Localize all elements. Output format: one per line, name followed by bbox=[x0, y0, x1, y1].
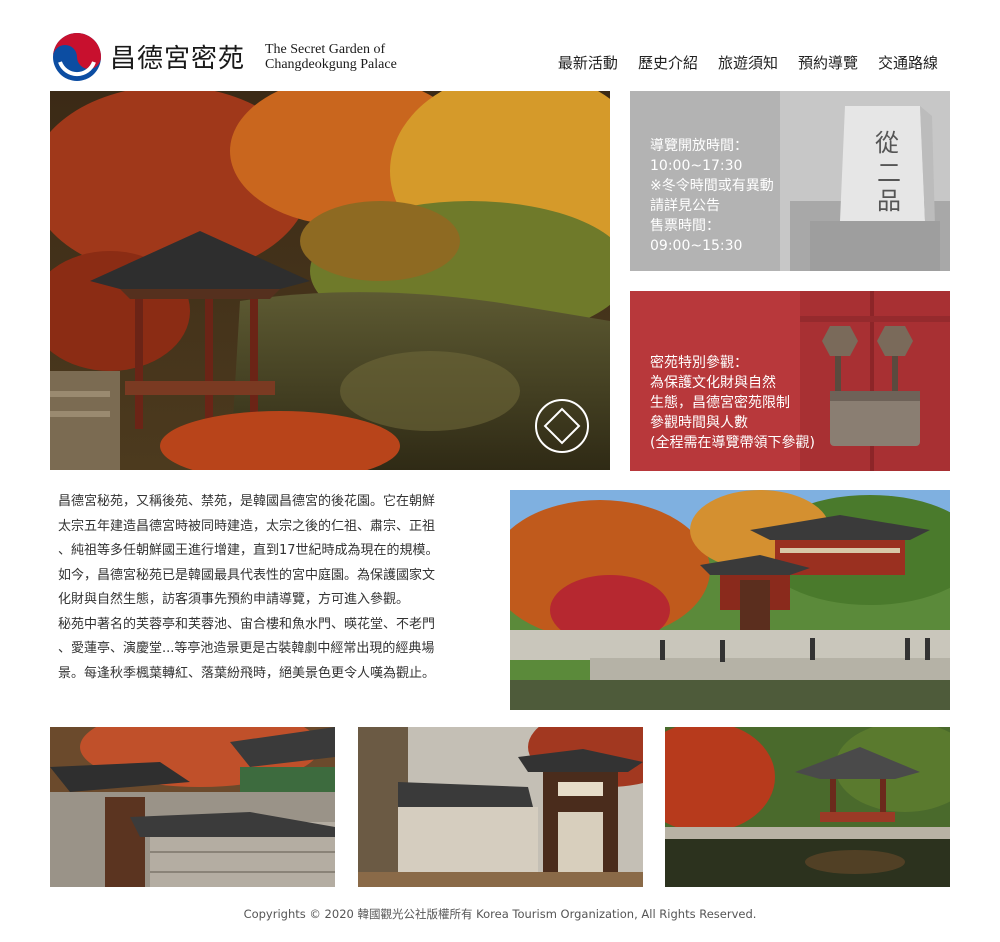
main-nav: 最新活動 歷史介紹 旅遊須知 預約導覽 交通路線 bbox=[558, 52, 938, 73]
svg-text:從: 從 bbox=[875, 129, 899, 157]
intro-line: 太宗五年建造昌德宮時被同時建造，太宗之後的仁祖、肅宗、正祖 bbox=[58, 518, 436, 534]
hours-info-text: 導覽開放時間： 10:00~17:30 ※冬令時間或有異動 請詳見公告 售票時間… bbox=[650, 136, 774, 256]
intro-line: 化財與自然生態，訪客須事先預約申請導覽，方可進入參觀。 bbox=[58, 592, 410, 607]
special-line: 參觀時間與人數 bbox=[650, 415, 748, 431]
special-line: (全程需在導覽帶領下參觀) bbox=[650, 435, 815, 451]
hours-line: ※冬令時間或有異動 bbox=[650, 178, 774, 194]
intro-line: 、愛蓮亭、演慶堂...等亭池造景更是古裝韓劇中經常出現的經典場 bbox=[58, 641, 435, 656]
intro-line: 昌德宮秘苑，又稱後苑、禁苑，是韓國昌德宮的後花園。它在朝鮮 bbox=[58, 494, 436, 509]
hours-line: 10:00~17:30 bbox=[650, 158, 743, 174]
brand-title: 昌德宮密苑 bbox=[110, 44, 246, 74]
intro-line: 景。每逢秋季楓葉轉紅、落葉紛飛時，絕美景色更令人嘆為觀止。 bbox=[58, 665, 436, 681]
aeryeonjeong-pavilion-photo bbox=[665, 727, 950, 887]
special-line: 密苑特別參觀： bbox=[650, 355, 748, 371]
brand-subtitle-line1: The Secret Garden of bbox=[265, 42, 386, 57]
hero-pavilion-photo bbox=[50, 91, 610, 470]
svg-text:品: 品 bbox=[877, 187, 901, 215]
special-visit-panel[interactable]: 密苑特別參觀： 為保護文化財與自然 生態，昌德宮密苑限制 參觀時間與人數 (全程… bbox=[630, 291, 950, 471]
brand-subtitle: The Secret Garden of Changdeokgung Palac… bbox=[265, 42, 397, 72]
palace-wall-photo bbox=[50, 727, 335, 887]
hours-line: 09:00~15:30 bbox=[650, 238, 743, 254]
special-line: 為保護文化財與自然 bbox=[650, 375, 776, 391]
hours-info-panel[interactable]: 從 二 品 導覽開放時間： 10:00~17:30 ※冬令時間或有異動 請詳見公… bbox=[630, 91, 950, 271]
intro-line: 、純祖等多任朝鮮國王進行增建，直到17世紀時成為現在的規模。 bbox=[58, 543, 439, 558]
hours-line: 售票時間： bbox=[650, 218, 720, 234]
nav-travel-info[interactable]: 旅遊須知 bbox=[718, 52, 778, 73]
hours-line: 請詳見公告 bbox=[650, 198, 720, 214]
hours-line: 導覽開放時間： bbox=[650, 138, 748, 154]
bullomun-gate-photo bbox=[358, 727, 643, 887]
nav-news[interactable]: 最新活動 bbox=[558, 52, 618, 73]
nav-transport[interactable]: 交通路線 bbox=[878, 52, 938, 73]
special-line: 生態，昌德宮密苑限制 bbox=[650, 395, 790, 411]
nav-booking[interactable]: 預約導覽 bbox=[798, 52, 858, 73]
header: 昌德宮密苑 The Secret Garden of Changdeokgung… bbox=[0, 0, 1000, 90]
intro-line: 秘苑中著名的芙蓉亭和芙蓉池、宙合樓和魚水門、暎花堂、不老門 bbox=[58, 616, 436, 632]
brand-subtitle-line2: Changdeokgung Palace bbox=[265, 57, 397, 72]
intro-line: 如今，昌德宮秘苑已是韓國最具代表性的宮中庭園。為保護國家文 bbox=[58, 567, 436, 583]
svg-text:二: 二 bbox=[877, 159, 901, 187]
nav-history[interactable]: 歷史介紹 bbox=[638, 52, 698, 73]
footer-copyright: Copyrights © 2020 韓國觀光公社版權所有 Korea Touri… bbox=[243, 907, 757, 921]
taegeuk-logo-icon[interactable] bbox=[52, 32, 102, 82]
juhamnu-pavilion-photo bbox=[510, 490, 950, 710]
intro-text: 昌德宮秘苑，又稱後苑、禁苑，是韓國昌德宮的後花園。它在朝鮮 太宗五年建造昌德宮時… bbox=[58, 490, 498, 686]
special-visit-text: 密苑特別參觀： 為保護文化財與自然 生態，昌德宮密苑限制 參觀時間與人數 (全程… bbox=[650, 353, 815, 453]
